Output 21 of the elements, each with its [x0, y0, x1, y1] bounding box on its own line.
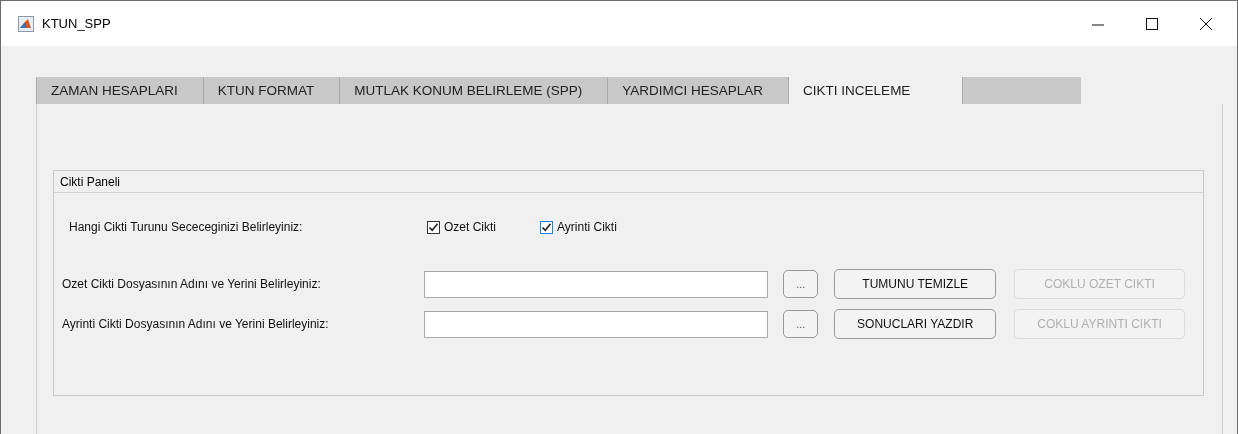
tab[interactable]: CIKTI INCELEME: [789, 77, 964, 104]
action-button[interactable]: TUMUNU TEMIZLE: [834, 269, 997, 299]
output-checkbox[interactable]: Ozet Cikti: [427, 220, 496, 234]
app-logo-icon: [18, 15, 34, 32]
file-path-label: Ozet Cikti Dosyasının Adını ve Yerini Belirleyiniz:: [62, 277, 322, 291]
check-icon: [428, 221, 439, 233]
action-button[interactable]: SONUCLARI YAZDIR: [834, 309, 997, 339]
file-path-field[interactable]: [423, 310, 769, 338]
check-icon: [541, 221, 552, 233]
tab[interactable]: ZAMAN HESAPLARI: [36, 77, 204, 104]
browse-button[interactable]: ...: [783, 270, 819, 298]
close-icon: [1200, 17, 1212, 30]
browse-button[interactable]: ...: [783, 310, 819, 338]
group-title: Cikti Paneli: [54, 171, 1203, 193]
window-title: KTUN_SPP: [42, 16, 112, 31]
file-path-label: Ayrinti Cikti Dosyasının Adını ve Yerini Belirleyiniz:: [62, 317, 330, 331]
output-type-label: Hangi Cikti Turunu Sececeginizi Belirleyiniz:: [69, 220, 304, 234]
file-path-field[interactable]: [423, 270, 769, 298]
minimize-icon: [1092, 23, 1104, 26]
maximize-icon: [1146, 17, 1158, 30]
output-checkbox[interactable]: Ayrinti Cikti: [540, 220, 617, 234]
